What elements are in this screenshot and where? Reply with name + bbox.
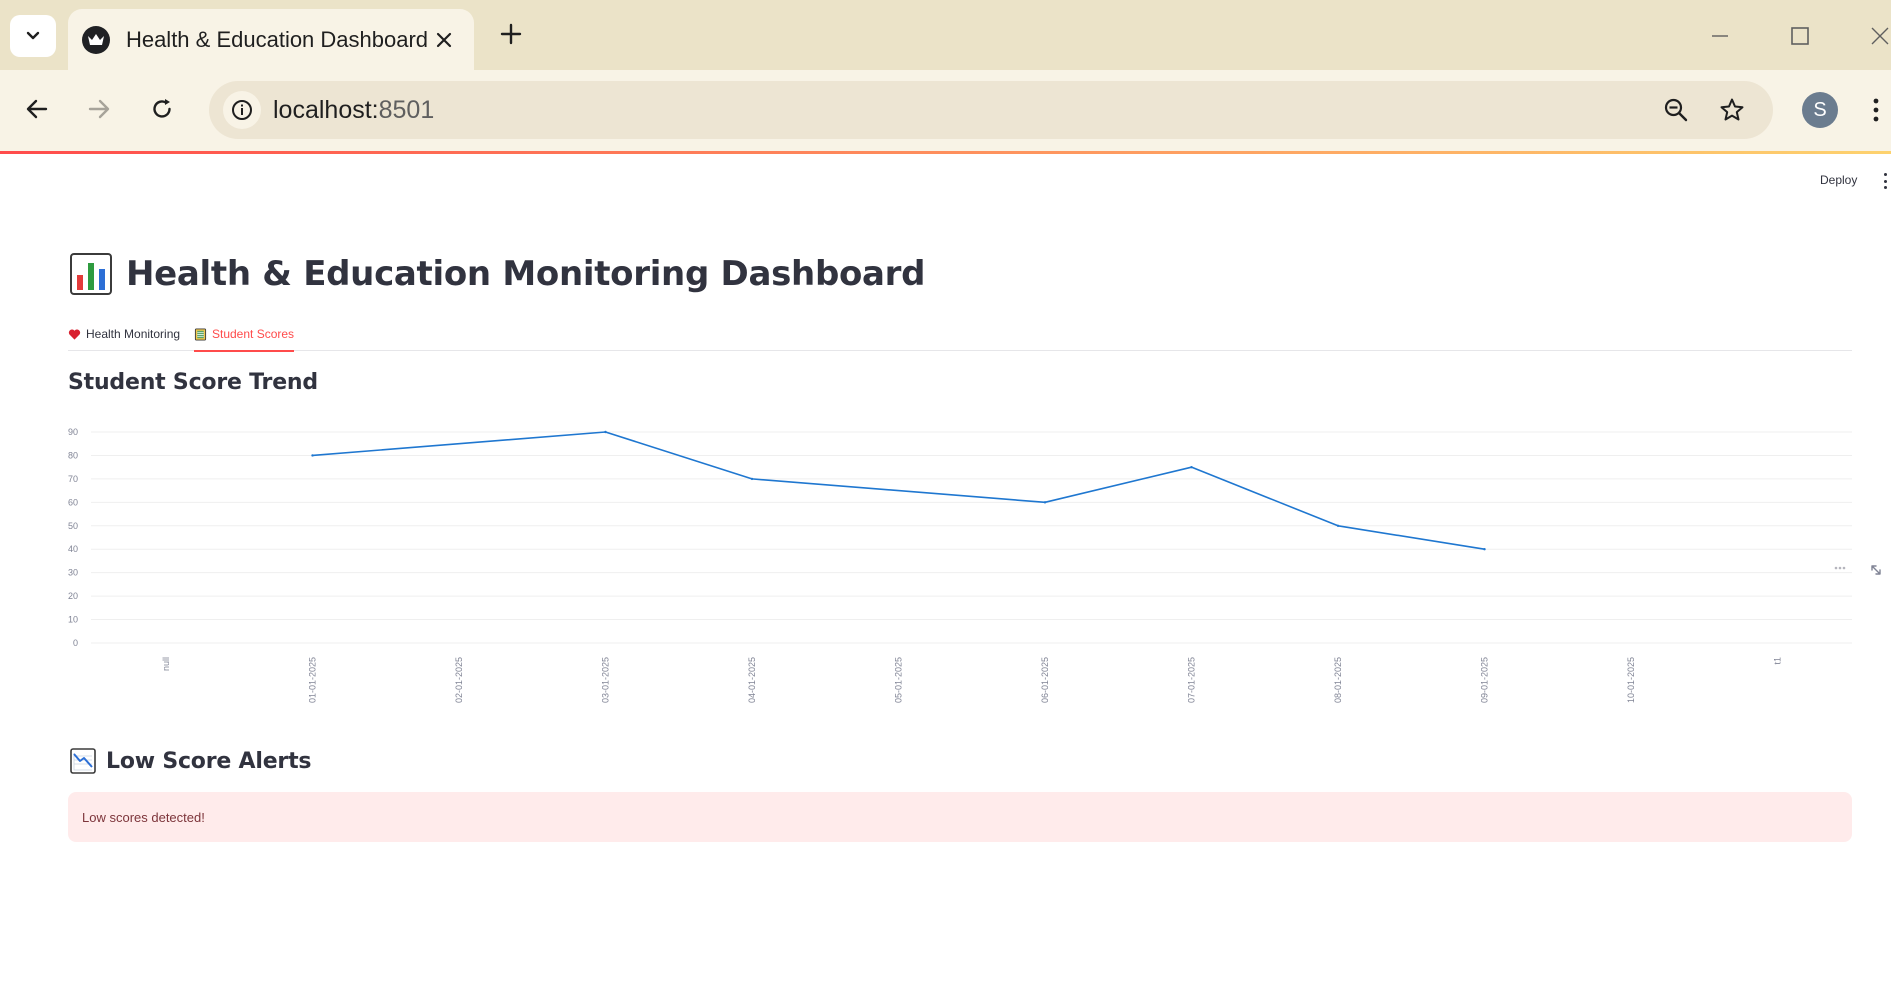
heart-icon bbox=[68, 329, 81, 340]
y-tick-label: 70 bbox=[68, 474, 78, 484]
window-close-button[interactable] bbox=[1857, 14, 1891, 58]
star-icon bbox=[1720, 98, 1744, 121]
y-tick-label: 30 bbox=[68, 568, 78, 578]
chevron-down-icon bbox=[26, 31, 40, 40]
close-icon bbox=[1871, 27, 1889, 45]
y-tick-label: 20 bbox=[68, 591, 78, 601]
tab-search-button[interactable] bbox=[10, 15, 56, 57]
y-tick-label: 50 bbox=[68, 521, 78, 531]
app-page: Deploy Health & Education Monitoring Das… bbox=[0, 151, 1891, 998]
page-title: Health & Education Monitoring Dashboard bbox=[70, 253, 925, 295]
info-icon bbox=[232, 100, 252, 120]
data-point bbox=[604, 430, 607, 434]
error-alert: Low scores detected! bbox=[68, 792, 1852, 842]
tab-health-monitoring[interactable]: Health Monitoring bbox=[68, 317, 180, 351]
plus-icon bbox=[500, 23, 522, 45]
tab-label: Student Scores bbox=[212, 327, 295, 341]
fullscreen-icon[interactable] bbox=[1871, 565, 1881, 575]
url-text: localhost:8501 bbox=[273, 96, 434, 125]
x-tick-label: 04-01-2025 bbox=[747, 657, 757, 703]
url-port: 8501 bbox=[378, 96, 435, 124]
y-tick-label: 0 bbox=[73, 638, 78, 648]
tab-list: Health Monitoring Student Scores bbox=[68, 317, 1852, 352]
tab-student-scores[interactable]: Student Scores bbox=[194, 317, 295, 352]
x-tick-label: 10-01-2025 bbox=[1626, 657, 1636, 703]
y-tick-label: 40 bbox=[68, 544, 78, 554]
new-tab-button[interactable] bbox=[494, 17, 528, 51]
bookmark-button[interactable] bbox=[1715, 93, 1749, 127]
zoom-button[interactable] bbox=[1659, 93, 1693, 127]
y-tick-label: 90 bbox=[68, 427, 78, 437]
deploy-button[interactable]: Deploy bbox=[1820, 173, 1857, 187]
minimize-icon bbox=[1712, 35, 1728, 37]
x-tick-label: 02-01-2025 bbox=[454, 657, 464, 703]
x-tick-label: 01-01-2025 bbox=[308, 657, 318, 703]
x-tick-label: 06-01-2025 bbox=[1040, 657, 1050, 703]
header-decoration bbox=[0, 151, 1891, 154]
site-info-button[interactable] bbox=[223, 91, 261, 129]
zoom-out-icon bbox=[1664, 98, 1688, 122]
more-horizontal-icon[interactable] bbox=[1834, 566, 1846, 570]
chart-toolbar bbox=[1834, 565, 1881, 575]
y-tick-label: 60 bbox=[68, 497, 78, 507]
x-tick-label: t1 bbox=[1773, 657, 1783, 665]
series-line bbox=[312, 431, 1485, 551]
y-tick-label: 10 bbox=[68, 615, 78, 625]
section-title: Student Score Trend bbox=[68, 370, 318, 395]
alerts-title-text: Low Score Alerts bbox=[106, 748, 312, 774]
reload-button[interactable] bbox=[141, 88, 183, 130]
title-text: Health & Education Monitoring Dashboard bbox=[126, 254, 926, 294]
alert-message: Low scores detected! bbox=[82, 809, 205, 825]
streamlit-favicon-icon bbox=[82, 25, 110, 54]
browser-tab[interactable]: Health & Education Dashboard bbox=[68, 9, 474, 70]
browser-menu-button[interactable] bbox=[1866, 92, 1886, 128]
chart-decreasing-icon bbox=[70, 748, 96, 774]
tab-label: Health Monitoring bbox=[86, 327, 181, 341]
address-bar[interactable]: localhost:8501 bbox=[209, 81, 1773, 139]
x-tick-label: 08-01-2025 bbox=[1333, 657, 1343, 703]
x-tick-label: 07-01-2025 bbox=[1187, 657, 1197, 703]
alerts-title: Low Score Alerts bbox=[70, 748, 311, 774]
close-icon bbox=[436, 32, 452, 47]
x-tick-label: 05-01-2025 bbox=[894, 657, 904, 703]
bar-chart-icon bbox=[70, 253, 112, 295]
maximize-icon bbox=[1791, 27, 1809, 45]
x-tick-label: 03-01-2025 bbox=[601, 657, 611, 703]
app-menu-button[interactable] bbox=[1882, 173, 1888, 189]
data-point bbox=[1043, 501, 1047, 504]
browser-tab-strip: Health & Education Dashboard bbox=[0, 0, 1891, 70]
data-point bbox=[1483, 548, 1486, 551]
data-point bbox=[311, 454, 314, 457]
forward-button[interactable] bbox=[78, 88, 120, 130]
browser-toolbar: localhost:8501 S bbox=[0, 70, 1891, 151]
data-point bbox=[1336, 524, 1340, 527]
reload-icon bbox=[153, 99, 171, 118]
y-tick-label: 80 bbox=[68, 450, 78, 460]
notebook-icon bbox=[194, 327, 207, 341]
url-host: localhost: bbox=[273, 96, 379, 124]
data-point bbox=[750, 477, 754, 481]
data-point bbox=[1190, 465, 1193, 469]
more-vertical-icon bbox=[1873, 98, 1879, 122]
back-button[interactable] bbox=[16, 88, 58, 130]
tab-close-button[interactable] bbox=[428, 24, 460, 56]
arrow-left-icon bbox=[26, 99, 48, 119]
profile-avatar[interactable]: S bbox=[1802, 92, 1838, 128]
x-tick-label: 09-01-2025 bbox=[1480, 657, 1490, 703]
maximize-button[interactable] bbox=[1777, 14, 1823, 58]
arrow-right-icon bbox=[88, 99, 110, 119]
x-tick-label: null bbox=[161, 657, 171, 671]
minimize-button[interactable] bbox=[1697, 14, 1743, 58]
tab-title: Health & Education Dashboard bbox=[125, 26, 429, 52]
